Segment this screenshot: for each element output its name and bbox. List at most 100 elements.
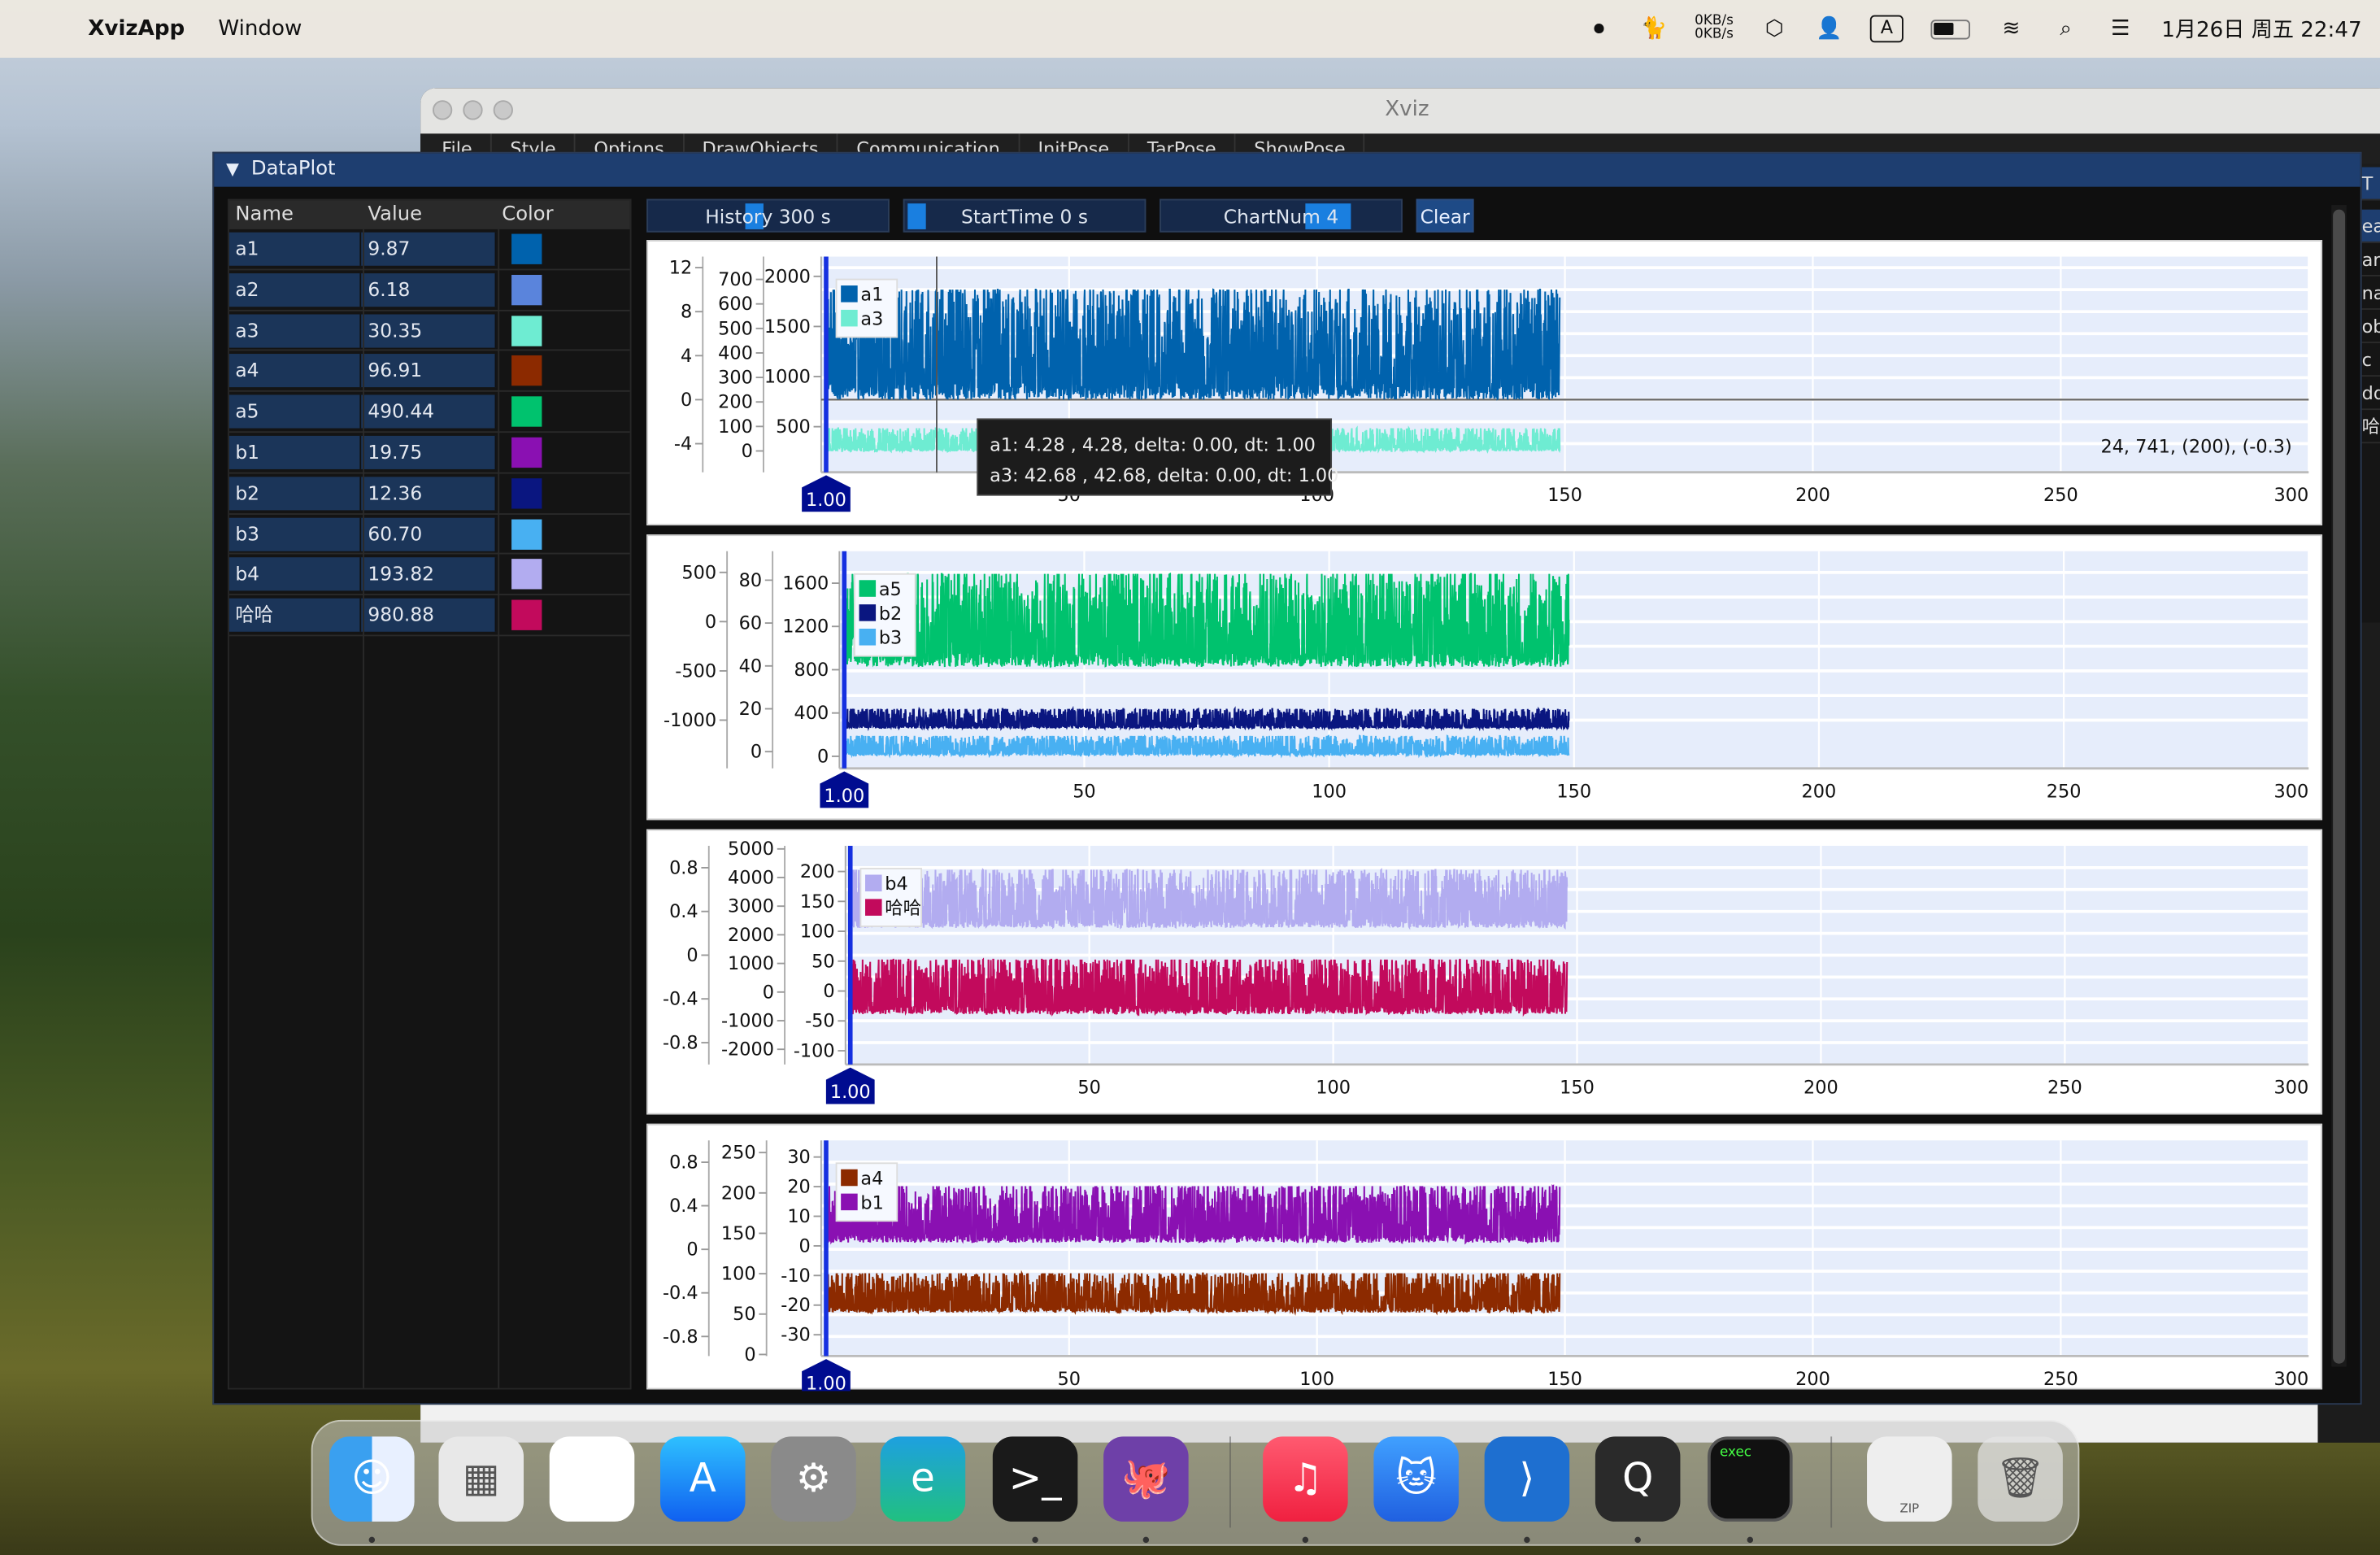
fragment-text: an [2361,243,2380,277]
table-row[interactable]: a5 490.44 [228,392,630,433]
chartnum-slider[interactable]: ChartNum 4 [1160,198,1403,233]
cat-icon[interactable]: 🐈 [1640,15,1668,43]
row-color-cell[interactable] [496,351,630,390]
row-color-cell[interactable] [496,270,630,309]
menu-window[interactable]: Window [218,17,302,41]
dock-system-settings-icon[interactable]: ⚙ [771,1436,856,1522]
x-tick-label: 250 [2043,1369,2078,1390]
clear-button[interactable]: Clear [1416,198,1474,233]
table-row[interactable]: a1 9.87 [228,229,630,270]
dock-quicktime-icon[interactable]: Q [1595,1436,1681,1522]
row-color-cell[interactable] [496,433,630,472]
table-row[interactable]: a4 96.91 [228,351,630,393]
dock-zip-archive-icon[interactable]: ZIP [1867,1436,1952,1522]
y-tick-label: -2000 [721,1039,774,1061]
x-tick-label: 100 [1312,781,1347,802]
y-tick-label: 12 [669,258,692,279]
row-color-cell[interactable] [496,311,630,350]
plot-svg[interactable]: 12840-4700600500400300200100020001500100… [648,242,2324,527]
title-bar[interactable]: Xviz [420,88,2380,134]
dock-terminal-icon[interactable]: >_ [992,1436,1078,1522]
plot-svg[interactable]: 0.80.40-0.4-0.8500040003000200010000-100… [648,830,2324,1116]
dock-vs-code-icon[interactable]: ⟩ [1484,1436,1570,1522]
row-color-cell[interactable] [496,555,630,594]
history-slider[interactable]: History 300 s [646,198,890,233]
cube-icon[interactable]: ⬡ [1760,15,1788,43]
header-value[interactable]: Value [362,200,496,229]
panel-header[interactable]: ▼ DataPlot [214,153,2360,187]
control-center-icon[interactable]: ☰ [2107,15,2134,43]
dock-cat-app-icon[interactable]: 🐱 [1373,1436,1459,1522]
plot-2[interactable]: 500 0 -500 -1000 80 60 40 20 0 1600 1200 800 400 0 50 1… [646,534,2324,821]
dock-music-icon[interactable]: ♫ [1263,1436,1348,1522]
time-marker-label: 1.00 [824,786,864,807]
y-tick-label: 0 [705,612,716,633]
row-value: 19.75 [361,435,496,469]
tooltip-line: a1: 4.28 , 4.28, delta: 0.00, dt: 1.00 [990,435,1316,456]
color-swatch[interactable] [511,396,542,428]
y-tick-label: 20 [787,1177,810,1198]
scrollbar-thumb[interactable] [2333,209,2346,1364]
dock-photos-icon[interactable]: ✿ [549,1436,635,1522]
wifi-icon[interactable]: ≋ [1998,15,2025,43]
plot-svg[interactable]: 5000-500-100080604020016001200800400050 1… [648,536,2324,821]
vertical-scrollbar[interactable] [2331,205,2347,1367]
app-menu[interactable]: XvizApp [88,17,185,41]
battery-icon[interactable] [1930,19,1971,39]
dock-trash-icon[interactable]: 🗑 [1978,1436,2063,1522]
y-tick-label: 0 [686,945,698,966]
starttime-slider[interactable]: StartTime 0 s [903,198,1146,233]
row-color-cell[interactable] [496,473,630,512]
table-row[interactable]: b4 193.82 [228,555,630,596]
user-icon[interactable]: 👤 [1816,15,1843,43]
y-tick-label: 200 [721,1183,756,1204]
time-marker-label: 1.00 [806,1373,846,1391]
y-tick-label: 150 [721,1223,756,1244]
row-name: a3 [228,313,362,347]
header-color[interactable]: Color [496,200,630,229]
color-swatch[interactable] [511,599,542,631]
header-name[interactable]: Name [229,200,362,229]
color-swatch[interactable] [511,233,542,264]
record-icon[interactable]: ⏺ [1586,15,1613,43]
clock[interactable]: 1月26日 周五 22:47 [2161,14,2361,44]
y-tick-label: -20 [781,1295,811,1316]
row-color-cell[interactable] [496,229,630,268]
dock-launchpad-icon[interactable]: ▦ [438,1436,524,1522]
search-icon[interactable]: ⌕ [2052,15,2080,43]
y-tick-label: 0 [763,982,774,1003]
table-row[interactable]: 哈哈 980.88 [228,595,630,637]
dock-exec-icon[interactable]: exec [1708,1436,1793,1522]
x-tick-label: 150 [1556,781,1591,802]
color-swatch[interactable] [511,518,542,550]
dock-app-store-icon[interactable]: A [660,1436,746,1522]
row-color-cell[interactable] [496,392,630,431]
color-swatch[interactable] [511,559,542,590]
color-swatch[interactable] [511,437,542,468]
slider-grab[interactable] [907,203,926,229]
color-swatch[interactable] [511,274,542,305]
table-row[interactable]: b1 19.75 [228,433,630,474]
column-divider [363,229,365,1388]
collapse-triangle-icon[interactable]: ▼ [226,159,239,179]
dock-github-desktop-icon[interactable]: 🐙 [1103,1436,1189,1522]
window-title: Xviz [1385,97,1429,122]
color-swatch[interactable] [511,355,542,386]
y-tick-label: 1500 [764,316,811,338]
dock-edge-icon[interactable]: e [880,1436,966,1522]
color-swatch[interactable] [511,315,542,346]
row-color-cell[interactable] [496,595,630,634]
plot-svg[interactable]: 0.80.40-0.4-0.82502001501005003020100-10… [648,1126,2324,1392]
input-source[interactable]: A [1869,15,1904,43]
plot-3[interactable]: 0.8 0.4 0 -0.4 -0.8 5000 4000 3000 2000 1000 0 -100… [646,829,2324,1116]
plot-1[interactable]: 12 8 4 0 -4 700 600 500 400 300 200 100 0 2000 1500 100… [646,240,2324,527]
row-color-cell[interactable] [496,514,630,553]
plot-4[interactable]: 0.8 0.4 0 -0.4 -0.8 250 200 150 100 50 0 30 20 10 0 -10… [646,1123,2324,1392]
color-swatch[interactable] [511,477,542,509]
table-row[interactable]: b2 12.36 [228,473,630,515]
dock-separator [1830,1436,1833,1528]
table-row[interactable]: b3 60.70 [228,514,630,555]
table-row[interactable]: a3 30.35 [228,311,630,352]
table-row[interactable]: a2 6.18 [228,270,630,311]
dock-finder-icon[interactable]: ☺ [329,1436,415,1522]
